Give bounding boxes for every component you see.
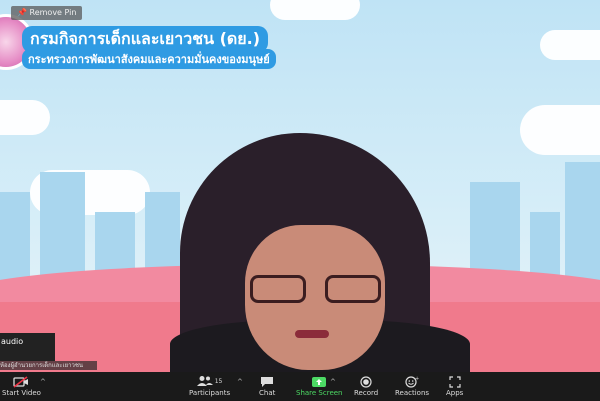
chat-label: Chat <box>259 389 276 397</box>
meeting-toolbar: Start Video ^ 15 Participants ^ Chat Sha… <box>0 372 600 401</box>
record-icon <box>360 374 372 389</box>
participant-person <box>140 125 480 372</box>
record-label: Record <box>354 389 379 397</box>
participant-caption: ห้องผู้อำนวยการเด็กและเยาวชน <box>0 361 97 370</box>
glasses-right-lens <box>325 275 381 303</box>
participants-icon <box>196 375 213 389</box>
banner-subtitle: กระทรวงการพัฒนาสังคมและความมั่นคงของมนุษ… <box>22 49 276 69</box>
apps-icon <box>449 374 461 389</box>
record-button[interactable]: Record <box>354 374 378 398</box>
reactions-icon: + <box>405 374 419 389</box>
chat-button[interactable]: Chat <box>259 374 275 398</box>
participant-name-tag: audio <box>0 333 55 361</box>
share-options-caret-icon[interactable]: ^ <box>330 378 336 386</box>
reactions-label: Reactions <box>395 389 430 397</box>
mouth <box>295 330 329 338</box>
cloud <box>540 30 600 60</box>
cloud <box>270 0 360 20</box>
remove-pin-button[interactable]: 📌 Remove Pin <box>11 6 83 20</box>
glasses-left-lens <box>250 275 306 303</box>
apps-label: Apps <box>446 389 464 397</box>
svg-text:+: + <box>415 376 419 382</box>
pin-icon: 📌 <box>17 8 27 17</box>
participants-button[interactable]: 15 Participants <box>189 374 230 398</box>
participants-options-caret-icon[interactable]: ^ <box>237 378 243 386</box>
share-screen-label: Share Screen <box>296 389 343 397</box>
chat-icon <box>260 374 274 389</box>
remove-pin-label: Remove Pin <box>29 8 77 17</box>
cloud <box>0 100 50 135</box>
start-video-label: Start Video <box>2 389 41 397</box>
cloud <box>520 105 600 155</box>
reactions-button[interactable]: + Reactions <box>395 374 429 398</box>
share-screen-icon <box>312 374 327 389</box>
participants-count: 15 <box>214 378 223 385</box>
video-feed: กรมกิจการเด็กและเยาวชน (ดย.) กระทรวงการพ… <box>0 0 600 372</box>
video-off-icon <box>13 374 29 389</box>
video-options-caret-icon[interactable]: ^ <box>40 378 46 386</box>
participants-label: Participants <box>189 389 231 397</box>
apps-button[interactable]: Apps <box>446 374 463 398</box>
start-video-button[interactable]: Start Video <box>2 374 41 398</box>
